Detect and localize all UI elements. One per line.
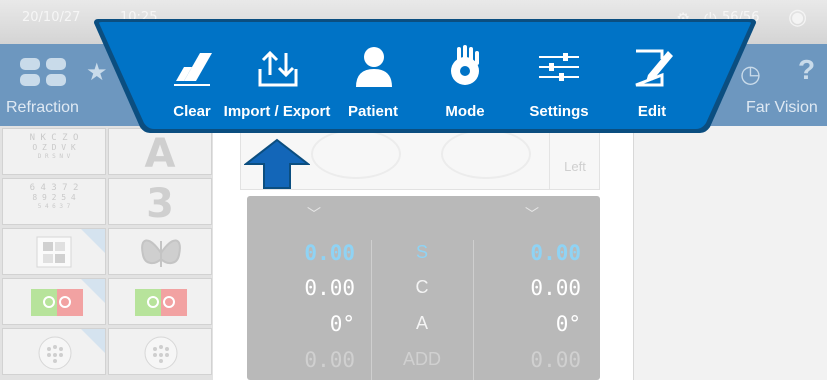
left-eye-icon[interactable]: [441, 129, 531, 179]
cylinder-label: C: [415, 277, 429, 297]
axis-label: A: [415, 313, 428, 333]
hand-gear-icon[interactable]: [443, 45, 487, 89]
left-eye-label: Left: [564, 159, 586, 174]
axis-left-value[interactable]: 0°: [461, 312, 581, 336]
chart-letters-small[interactable]: N K C Z O O Z D V K D R S N V: [2, 128, 106, 175]
refraction-values-panel: ﹀ ﹀ 0.00 S 0.00 0.00 C 0.00 0° A 0° 0.00…: [247, 196, 600, 380]
chevron-down-icon[interactable]: ﹀: [307, 204, 321, 224]
chart-red-green-right[interactable]: [108, 278, 212, 325]
app-root: 20/10/27 10:25 ⚙ ⏻ 56/56 ◉ ★ Refraction …: [0, 0, 827, 380]
eraser-icon[interactable]: [170, 45, 214, 89]
arrow-up-icon: [244, 138, 310, 189]
chevron-down-icon[interactable]: ﹀: [525, 204, 539, 224]
chart-astigmatism[interactable]: [2, 228, 106, 275]
chart-big-letter: A: [144, 131, 176, 177]
right-panel: [633, 126, 827, 380]
grid-icon[interactable]: [20, 56, 68, 93]
chart-line: 8 9 2 5 4: [32, 193, 76, 202]
help-icon[interactable]: ?: [798, 54, 815, 86]
column-divider: [371, 240, 372, 380]
add-right-value[interactable]: 0.00: [235, 348, 355, 372]
edit-button[interactable]: Edit: [587, 103, 717, 120]
add-left-value[interactable]: 0.00: [461, 348, 581, 372]
chart-line: N K C Z O: [29, 133, 79, 143]
chart-line: 6 4 3 7 2: [29, 183, 79, 193]
date-text: 20/10/27: [22, 10, 81, 25]
chart-line: O Z D V K: [32, 143, 76, 152]
right-eye-icon[interactable]: [311, 129, 401, 179]
corner-indicator: [81, 279, 105, 303]
import-export-icon[interactable]: [256, 45, 300, 89]
chart-butterfly[interactable]: [108, 228, 212, 275]
corner-indicator: [81, 329, 105, 353]
cylinder-left-value[interactable]: 0.00: [461, 276, 581, 300]
sphere-left-value[interactable]: 0.00: [461, 241, 581, 265]
left-eye-button[interactable]: Left: [549, 127, 599, 189]
person-icon[interactable]: [352, 45, 396, 89]
cylinder-right-value[interactable]: 0.00: [235, 276, 355, 300]
chart-red-green-left[interactable]: [2, 278, 106, 325]
chart-selector: N K C Z O O Z D V K D R S N V A 6 4 3 7 …: [0, 126, 213, 380]
sliders-icon[interactable]: [537, 45, 581, 89]
chart-letter-a[interactable]: A: [108, 128, 212, 177]
sphere-label: S: [415, 242, 428, 262]
red-green-chart-icon: [135, 289, 187, 316]
sphere-right-value[interactable]: 0.00: [235, 241, 355, 265]
add-label: ADD: [402, 349, 441, 369]
chart-dots-left[interactable]: [2, 328, 106, 375]
chart-big-number: 3: [146, 181, 174, 227]
chart-numbers-small[interactable]: 6 4 3 7 2 8 9 2 5 4 5 4 6 3 7: [2, 178, 106, 225]
butterfly-icon: [141, 239, 181, 267]
chart-line: 5 4 6 3 7: [37, 203, 71, 210]
tab-refraction[interactable]: Refraction: [6, 99, 79, 117]
record-icon[interactable]: ◉: [788, 5, 807, 30]
chart-dots-right[interactable]: [108, 328, 212, 375]
popup-menu: Clear Import / Export Patient Mode Setti…: [90, 17, 760, 135]
chart-line: D R S N V: [37, 153, 71, 160]
corner-indicator: [81, 229, 105, 253]
edit-icon[interactable]: [630, 45, 674, 89]
axis-right-value[interactable]: 0°: [235, 312, 355, 336]
dot-pattern-icon: [144, 336, 178, 370]
chart-number-3[interactable]: 3: [108, 178, 212, 227]
